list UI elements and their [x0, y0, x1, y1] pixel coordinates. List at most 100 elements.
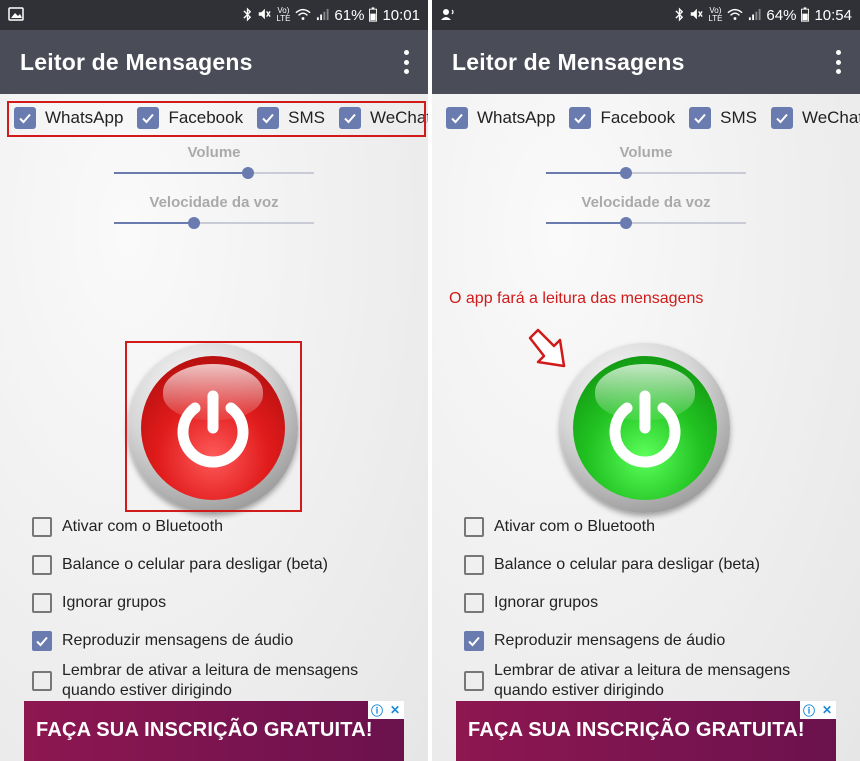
slider-thumb[interactable]: [620, 217, 632, 229]
option-bluetooth[interactable]: Ativar com o Bluetooth: [464, 517, 655, 537]
battery-icon: [369, 6, 378, 24]
mute-icon: [257, 7, 272, 23]
phone-screen-right: Vo) LTE 64% 10:54 Leitor de Mensagens Wha…: [432, 0, 860, 761]
signal-icon: [316, 8, 329, 23]
voice-notification-icon: [440, 6, 456, 22]
option-label: Ignorar grupos: [494, 594, 599, 611]
checkbox-checked-icon[interactable]: [446, 107, 468, 129]
slider-thumb[interactable]: [188, 217, 200, 229]
ad-text: FAÇA SUA INSCRIÇÃO GRATUITA!: [36, 719, 373, 741]
option-label: Lembrar de ativar a leitura de mensagens…: [62, 661, 358, 701]
speed-label: Velocidade da voz: [149, 194, 279, 211]
checkbox-icon[interactable]: [32, 593, 52, 613]
slider-thumb[interactable]: [242, 167, 254, 179]
option-ignore-groups[interactable]: Ignorar grupos: [464, 593, 598, 613]
checkbox-checked-icon[interactable]: [770, 107, 793, 129]
option-label: Reproduzir mensagens de áudio: [494, 632, 726, 649]
app-label: WhatsApp: [477, 108, 556, 127]
option-play-audio[interactable]: Reproduzir mensagens de áudio: [464, 631, 725, 651]
app-selector-row: WhatsApp Facebook SMS WeChat: [446, 103, 860, 133]
option-label-line2: quando estiver dirigindo: [62, 682, 232, 699]
ad-close-icon[interactable]: ✕: [386, 701, 404, 719]
option-label-line2: quando estiver dirigindo: [494, 682, 664, 699]
ad-close-icon[interactable]: ✕: [818, 701, 836, 719]
highlight-box-apps: [7, 101, 426, 137]
app-toggle-whatsapp[interactable]: WhatsApp: [446, 107, 555, 129]
volume-slider[interactable]: [546, 167, 746, 179]
checkbox-checked-icon[interactable]: [464, 631, 484, 651]
option-label-line1: Lembrar de ativar a leitura de mensagens: [62, 662, 359, 679]
annotation-arrow-icon: [528, 328, 566, 368]
option-label-line1: Lembrar de ativar a leitura de mensagens: [494, 662, 791, 679]
app-label: WeChat: [801, 108, 860, 127]
option-bluetooth[interactable]: Ativar com o Bluetooth: [32, 517, 223, 537]
checkbox-icon[interactable]: [464, 671, 484, 691]
overflow-menu-icon[interactable]: [834, 50, 842, 74]
power-icon: [609, 390, 681, 468]
volte-icon: Vo) LTE: [708, 6, 723, 23]
power-button-on[interactable]: [560, 343, 730, 513]
bluetooth-icon: [675, 6, 684, 24]
option-label: Balance o celular para desligar (beta): [62, 556, 328, 573]
status-bar: Vo) LTE 64% 10:54: [432, 0, 860, 30]
slider-fill: [114, 222, 194, 224]
volume-label: Volume: [187, 144, 241, 161]
voice-speed-slider[interactable]: [114, 217, 314, 229]
checkbox-icon[interactable]: [32, 555, 52, 575]
ad-info-icon[interactable]: ⓘ: [800, 701, 818, 719]
app-toggle-sms[interactable]: SMS: [689, 107, 757, 129]
phone-screen-left: Vo) LTE 61% 10:01 Leitor de Mensagens Wha…: [0, 0, 428, 761]
option-driving-reminder[interactable]: Lembrar de ativar a leitura de mensagens…: [464, 661, 790, 701]
option-label: Ativar com o Bluetooth: [62, 518, 223, 535]
clock: 10:01: [382, 6, 420, 24]
checkbox-icon[interactable]: [464, 517, 484, 537]
battery-percent: 64%: [766, 6, 797, 24]
checkbox-checked-icon[interactable]: [689, 107, 712, 129]
option-shake-to-stop[interactable]: Balance o celular para desligar (beta): [32, 555, 328, 575]
volume-slider[interactable]: [114, 167, 314, 179]
ad-banner[interactable]: FAÇA SUA INSCRIÇÃO GRATUITA! ⓘ ✕: [456, 701, 836, 761]
app-label: SMS: [720, 108, 757, 127]
slider-thumb[interactable]: [620, 167, 632, 179]
option-label: Balance o celular para desligar (beta): [494, 556, 760, 573]
app-bar: Leitor de Mensagens: [432, 30, 860, 94]
ad-text: FAÇA SUA INSCRIÇÃO GRATUITA!: [468, 719, 805, 741]
battery-icon: [801, 6, 810, 24]
option-label: Lembrar de ativar a leitura de mensagens…: [494, 661, 790, 701]
slider-fill: [546, 172, 626, 174]
option-ignore-groups[interactable]: Ignorar grupos: [32, 593, 166, 613]
signal-icon: [748, 8, 761, 23]
app-bar: Leitor de Mensagens: [0, 30, 428, 94]
option-label: Ativar com o Bluetooth: [494, 518, 655, 535]
ad-info-icon[interactable]: ⓘ: [368, 701, 386, 719]
app-label: Facebook: [600, 108, 676, 127]
slider-fill: [114, 172, 248, 174]
overflow-menu-icon[interactable]: [402, 50, 410, 74]
checkbox-icon[interactable]: [32, 517, 52, 537]
wifi-icon: [727, 8, 744, 23]
option-shake-to-stop[interactable]: Balance o celular para desligar (beta): [464, 555, 760, 575]
option-driving-reminder[interactable]: Lembrar de ativar a leitura de mensagens…: [32, 661, 358, 701]
ad-banner[interactable]: FAÇA SUA INSCRIÇÃO GRATUITA! ⓘ ✕: [24, 701, 404, 761]
status-bar: Vo) LTE 61% 10:01: [0, 0, 428, 30]
app-title: Leitor de Mensagens: [20, 49, 253, 75]
option-label: Ignorar grupos: [62, 594, 167, 611]
gallery-icon: [8, 6, 24, 22]
bluetooth-icon: [243, 6, 252, 24]
option-label: Reproduzir mensagens de áudio: [62, 632, 294, 649]
battery-percent: 61%: [334, 6, 365, 24]
checkbox-checked-icon[interactable]: [32, 631, 52, 651]
mute-icon: [689, 7, 704, 23]
wifi-icon: [295, 8, 312, 23]
checkbox-icon[interactable]: [464, 593, 484, 613]
checkbox-icon[interactable]: [464, 555, 484, 575]
checkbox-checked-icon[interactable]: [569, 107, 592, 129]
app-toggle-facebook[interactable]: Facebook: [569, 107, 675, 129]
voice-speed-slider[interactable]: [546, 217, 746, 229]
option-play-audio[interactable]: Reproduzir mensagens de áudio: [32, 631, 293, 651]
checkbox-icon[interactable]: [32, 671, 52, 691]
slider-fill: [546, 222, 626, 224]
app-title: Leitor de Mensagens: [452, 49, 685, 75]
speed-label: Velocidade da voz: [581, 194, 711, 211]
app-toggle-wechat[interactable]: WeChat: [770, 107, 860, 129]
